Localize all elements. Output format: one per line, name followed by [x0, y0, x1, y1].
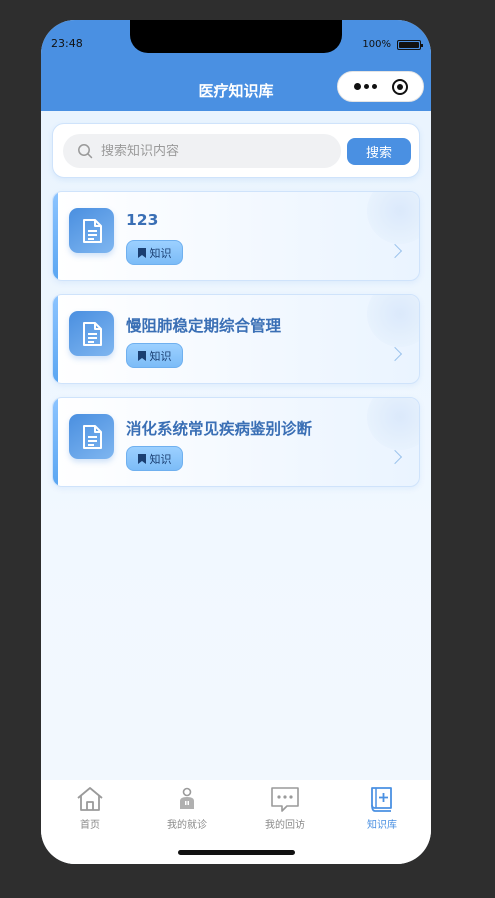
tag-label: 知识	[149, 349, 172, 363]
tab-my-followups[interactable]: 我的回访	[236, 785, 334, 835]
chevron-right-icon	[387, 449, 403, 465]
card-decoration	[367, 398, 419, 450]
search-input[interactable]	[101, 143, 321, 159]
tag-label: 知识	[149, 246, 172, 260]
doctor-icon	[180, 787, 194, 809]
miniprogram-capsule	[337, 71, 424, 102]
tab-label: 知识库	[367, 820, 397, 831]
battery-icon	[397, 39, 423, 50]
search-button[interactable]: 搜索	[347, 138, 411, 165]
status-right: 100%	[362, 39, 423, 50]
knowledge-card[interactable]: 123 知识	[52, 191, 420, 281]
card-decoration	[367, 192, 419, 244]
tab-knowledge-base[interactable]: 知识库	[333, 785, 431, 835]
tag-label: 知识	[149, 452, 172, 466]
card-decoration	[367, 295, 419, 347]
document-icon	[69, 311, 114, 356]
card-tag: 知识	[126, 343, 183, 368]
bookmark-icon	[137, 350, 146, 361]
chat-icon	[271, 787, 299, 812]
knowledge-card[interactable]: 慢阻肺稳定期综合管理 知识	[52, 294, 420, 384]
chevron-right-icon	[387, 346, 403, 362]
knowledge-card[interactable]: 消化系统常见疾病鉴别诊断 知识	[52, 397, 420, 487]
bookmark-icon	[137, 453, 146, 464]
search-box[interactable]	[63, 134, 341, 168]
card-tag: 知识	[126, 446, 183, 471]
home-indicator	[178, 850, 295, 855]
tab-label: 首页	[80, 820, 100, 831]
search-panel: 搜索	[52, 123, 420, 178]
book-icon	[371, 787, 392, 812]
notch	[130, 20, 342, 53]
battery-percent: 100%	[362, 39, 391, 50]
chevron-right-icon	[387, 243, 403, 259]
card-tag: 知识	[126, 240, 183, 265]
tab-label: 我的就诊	[167, 820, 207, 831]
tab-label: 我的回访	[265, 820, 305, 831]
phone-screen: 23:48 100% 医疗知识库 搜索知识内容 搜索 123 知识 慢阻肺稳定期…	[41, 20, 431, 864]
more-icon[interactable]	[353, 83, 377, 90]
close-target-icon[interactable]	[391, 78, 408, 95]
tab-my-visits[interactable]: 我的就诊	[138, 785, 236, 835]
home-icon	[77, 787, 103, 811]
card-title: 123	[126, 211, 159, 229]
search-icon	[78, 144, 93, 159]
tab-home[interactable]: 首页	[41, 785, 139, 835]
card-title: 消化系统常见疾病鉴别诊断	[126, 420, 313, 438]
status-time: 23:48	[51, 37, 83, 50]
document-icon	[69, 208, 114, 253]
document-icon	[69, 414, 114, 459]
bookmark-icon	[137, 247, 146, 258]
card-title: 慢阻肺稳定期综合管理	[126, 317, 282, 335]
